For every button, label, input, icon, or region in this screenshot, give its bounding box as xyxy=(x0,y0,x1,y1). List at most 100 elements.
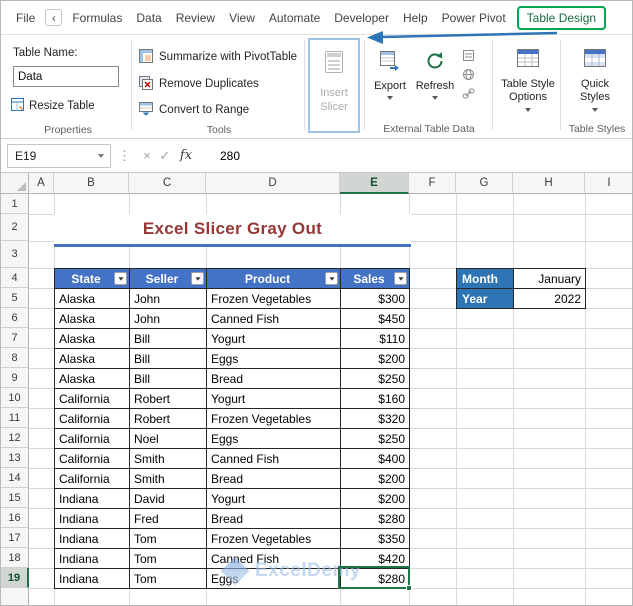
side-table-value[interactable]: January xyxy=(514,269,586,289)
row-header-9[interactable]: 9 xyxy=(1,368,29,388)
formula-bar-value[interactable]: 280 xyxy=(220,149,240,163)
table-cell[interactable]: $280 xyxy=(341,509,410,529)
ribbon-tab-formulas[interactable]: Formulas xyxy=(65,6,129,30)
row-header-5[interactable]: 5 xyxy=(1,288,29,308)
table-cell[interactable]: Bread xyxy=(207,509,341,529)
table-cell[interactable]: Alaska xyxy=(55,289,130,309)
ribbon-tab-data[interactable]: Data xyxy=(129,6,168,30)
table-cell[interactable]: Indiana xyxy=(55,509,130,529)
table-cell[interactable]: $450 xyxy=(341,309,410,329)
table-cell[interactable]: Canned Fish xyxy=(207,309,341,329)
side-table-label[interactable]: Month xyxy=(457,269,514,289)
row-header-2[interactable]: 2 xyxy=(1,214,29,241)
table-cell[interactable]: Tom xyxy=(130,569,207,589)
cancel-button[interactable]: × xyxy=(138,148,156,163)
column-header-D[interactable]: D xyxy=(206,173,340,194)
column-header-I[interactable]: I xyxy=(585,173,632,194)
table-cell[interactable]: Bill xyxy=(130,369,207,389)
table-cell[interactable]: Eggs xyxy=(207,569,341,589)
ribbon-tab-table-design[interactable]: Table Design xyxy=(516,5,607,30)
formula-bar-divider[interactable]: ⋮ xyxy=(118,148,131,164)
ribbon-tab-power-pivot[interactable]: Power Pivot xyxy=(435,6,513,30)
table-cell[interactable]: Robert xyxy=(130,409,207,429)
row-header-8[interactable]: 8 xyxy=(1,348,29,368)
table-cell[interactable]: Bread xyxy=(207,369,341,389)
table-cell[interactable]: Tom xyxy=(130,549,207,569)
table-cell[interactable]: John xyxy=(130,289,207,309)
name-box[interactable]: E19 xyxy=(7,143,111,168)
row-header-blank[interactable] xyxy=(1,588,29,605)
table-cell[interactable]: Canned Fish xyxy=(207,549,341,569)
table-cell[interactable]: Noel xyxy=(130,429,207,449)
table-cell[interactable]: $300 xyxy=(341,289,410,309)
table-cell[interactable]: Indiana xyxy=(55,489,130,509)
table-cell[interactable]: $200 xyxy=(341,469,410,489)
column-header-A[interactable]: A xyxy=(29,173,54,194)
insert-function-button[interactable]: fx xyxy=(174,148,198,163)
export-button[interactable]: Export xyxy=(368,49,412,101)
row-header-18[interactable]: 18 xyxy=(1,548,29,568)
row-header-10[interactable]: 10 xyxy=(1,388,29,408)
ribbon-tab-review[interactable]: Review xyxy=(169,6,222,30)
table-cell[interactable]: $400 xyxy=(341,449,410,469)
table-cell[interactable]: Alaska xyxy=(55,369,130,389)
table-cell[interactable]: $320 xyxy=(341,409,410,429)
table-cell[interactable]: Fred xyxy=(130,509,207,529)
table-cell[interactable]: Smith xyxy=(130,449,207,469)
table-cell[interactable]: $160 xyxy=(341,389,410,409)
resize-table-button[interactable]: Resize Table xyxy=(11,98,95,114)
filter-button[interactable] xyxy=(394,272,407,285)
row-header-1[interactable]: 1 xyxy=(1,194,29,214)
table-cell[interactable]: Eggs xyxy=(207,349,341,369)
ribbon-tab-file[interactable]: File xyxy=(9,6,42,30)
ribbon-tab-view[interactable]: View xyxy=(222,6,262,30)
table-cell[interactable]: Alaska xyxy=(55,349,130,369)
table-cell[interactable]: $250 xyxy=(341,369,410,389)
table-style-options-button[interactable]: Table Style Options xyxy=(498,45,558,112)
table-cell[interactable]: Bill xyxy=(130,329,207,349)
table-cell[interactable]: John xyxy=(130,309,207,329)
row-header-17[interactable]: 17 xyxy=(1,528,29,548)
fill-handle[interactable] xyxy=(406,585,412,591)
table-cell[interactable]: David xyxy=(130,489,207,509)
table-cell[interactable]: $110 xyxy=(341,329,410,349)
row-header-13[interactable]: 13 xyxy=(1,448,29,468)
table-cell[interactable]: Frozen Vegetables xyxy=(207,289,341,309)
table-cell[interactable]: Bread xyxy=(207,469,341,489)
table-cell[interactable]: California xyxy=(55,469,130,489)
summarize-with-pivottable-button[interactable]: Summarize with PivotTable xyxy=(139,46,297,68)
column-header-H[interactable]: H xyxy=(513,173,585,194)
table-cell[interactable]: Yogurt xyxy=(207,389,341,409)
active-cell[interactable] xyxy=(338,566,412,591)
unlink-button[interactable] xyxy=(460,85,476,101)
table-cell[interactable]: Indiana xyxy=(55,549,130,569)
table-cell[interactable]: Robert xyxy=(130,389,207,409)
sheet-title[interactable]: Excel Slicer Gray Out xyxy=(54,214,411,247)
insert-slicer-button[interactable]: Insert Slicer xyxy=(310,40,358,131)
filter-button[interactable] xyxy=(191,272,204,285)
table-cell[interactable]: Indiana xyxy=(55,529,130,549)
table-cell[interactable]: $250 xyxy=(341,429,410,449)
table-cell[interactable]: $200 xyxy=(341,349,410,369)
table-cell[interactable]: Alaska xyxy=(55,309,130,329)
row-header-19[interactable]: 19 xyxy=(1,568,29,588)
column-header-B[interactable]: B xyxy=(54,173,129,194)
row-header-4[interactable]: 4 xyxy=(1,268,29,288)
quick-styles-button[interactable]: Quick Styles xyxy=(567,45,623,112)
table-cell[interactable]: Indiana xyxy=(55,569,130,589)
table-cell[interactable]: Eggs xyxy=(207,429,341,449)
row-header-15[interactable]: 15 xyxy=(1,488,29,508)
ribbon-collapse-chevron-icon[interactable]: ‹ xyxy=(45,9,63,26)
remove-duplicates-button[interactable]: Remove Duplicates xyxy=(139,73,259,95)
row-header-16[interactable]: 16 xyxy=(1,508,29,528)
open-in-browser-button[interactable] xyxy=(460,66,476,82)
table-cell[interactable]: Smith xyxy=(130,469,207,489)
row-header-12[interactable]: 12 xyxy=(1,428,29,448)
table-cell[interactable]: Yogurt xyxy=(207,329,341,349)
table-cell[interactable]: Bill xyxy=(130,349,207,369)
ribbon-tab-help[interactable]: Help xyxy=(396,6,435,30)
row-header-6[interactable]: 6 xyxy=(1,308,29,328)
side-table-label[interactable]: Year xyxy=(457,289,514,309)
column-header-F[interactable]: F xyxy=(409,173,456,194)
table-cell[interactable]: $200 xyxy=(341,489,410,509)
